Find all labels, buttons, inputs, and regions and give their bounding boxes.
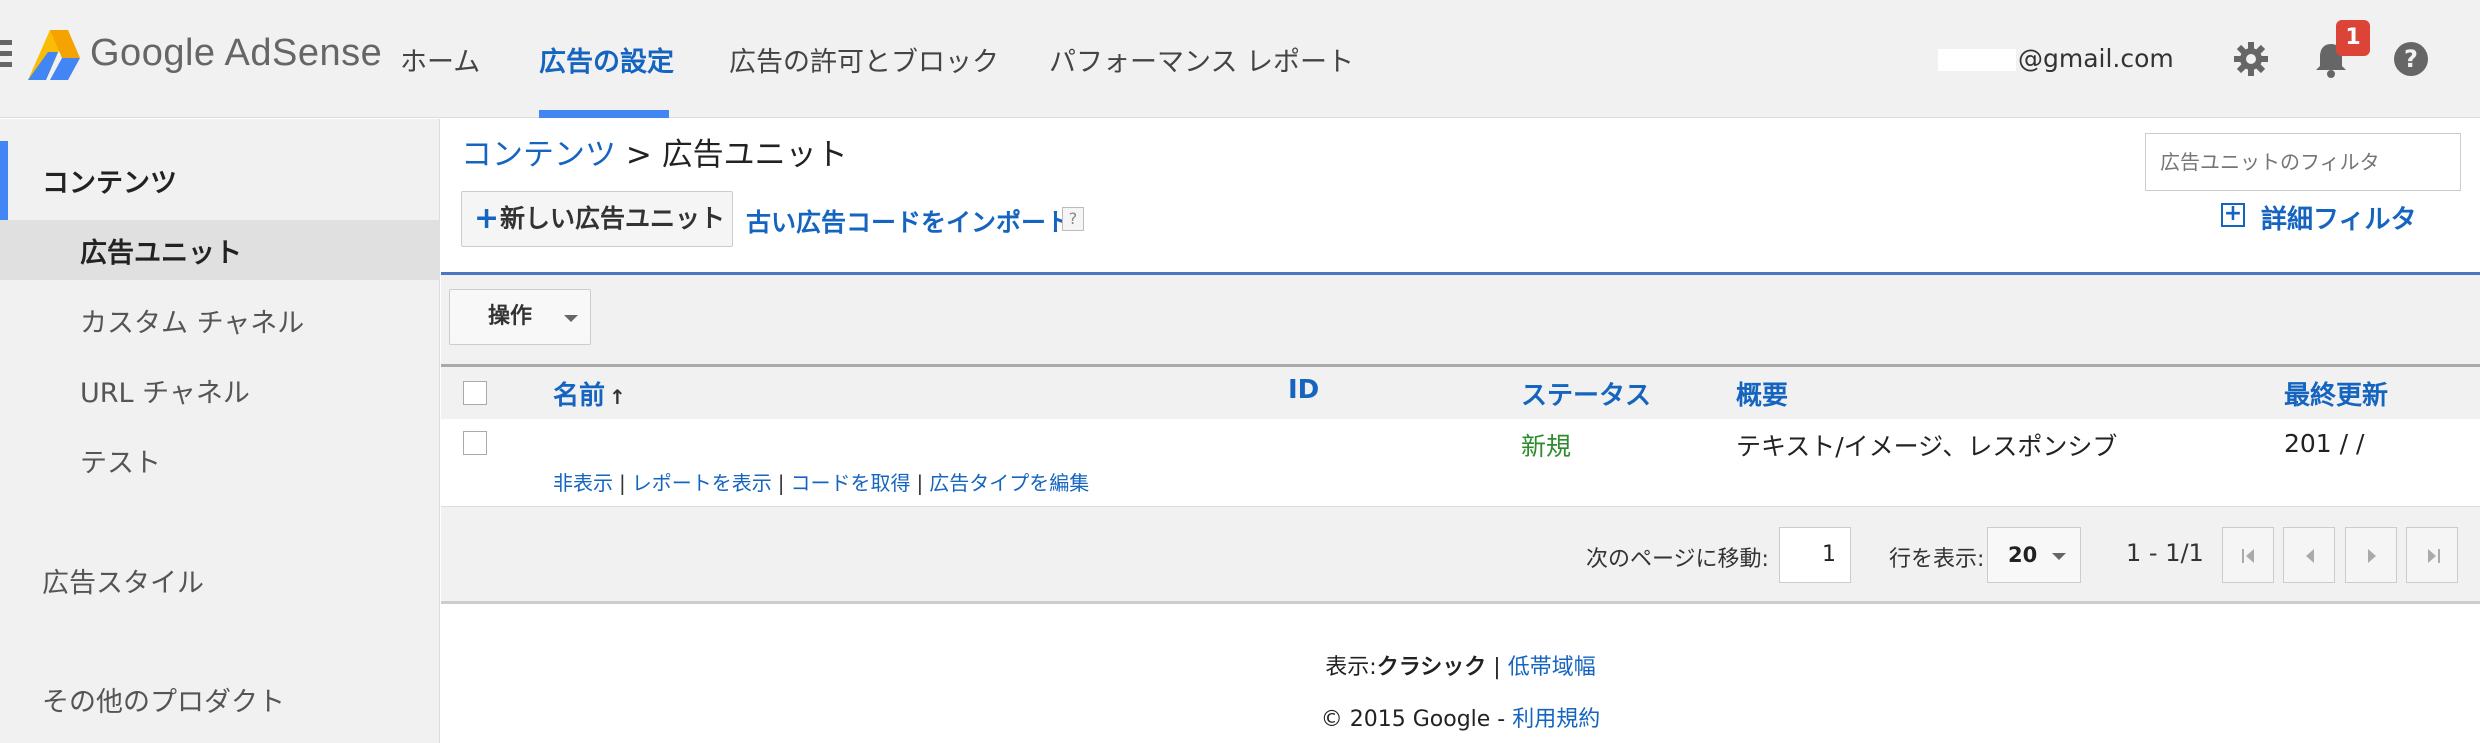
rows-per-page-value: 20 (2008, 543, 2038, 567)
column-name-label: 名前 (553, 381, 606, 411)
breadcrumb: コンテンツ > 広告ユニット (461, 129, 848, 174)
row-summary: テキスト/イメージ、レスポンシブ (1736, 432, 2118, 461)
svg-text:?: ? (2404, 45, 2418, 73)
first-page-icon (2242, 549, 2254, 563)
ad-unit-filter-input[interactable] (2145, 133, 2461, 191)
plus-icon: + (474, 201, 500, 236)
terms-link[interactable]: 利用規約 (1512, 707, 1600, 732)
get-code-link[interactable]: コードを取得 (791, 471, 911, 495)
chevron-down-icon (564, 315, 578, 322)
sidebar-item-url-channels[interactable]: URL チャネル (80, 371, 250, 410)
help-icon[interactable]: ? (2392, 40, 2430, 78)
low-bandwidth-link[interactable]: 低帯域幅 (1508, 655, 1596, 680)
top-bar: Google AdSense ホーム 広告の設定 広告の許可とブロック パフォー… (0, 0, 2480, 118)
column-name[interactable]: 名前 ↑ (553, 375, 626, 412)
rows-per-page-label: 行を表示: (1889, 547, 1985, 572)
import-legacy-code-link[interactable]: 古い広告コードをインポート (746, 203, 1071, 239)
account-email-suffix: @gmail.com (2018, 44, 2174, 73)
nav-active-indicator (539, 110, 669, 118)
sidebar-section-contents[interactable]: コンテンツ (42, 161, 177, 200)
row-checkbox[interactable] (463, 431, 487, 455)
table-row: 新規 テキスト/イメージ、レスポンシブ 201 / / 非表示 | レポートを表示 |… (441, 419, 2480, 507)
rows-per-page-select[interactable]: 20 (1987, 527, 2081, 583)
account-email[interactable]: @gmail.com (1938, 44, 2174, 73)
view-mode-line: 表示:クラシック | 低帯域幅 (441, 649, 2480, 681)
breadcrumb-contents-link[interactable]: コンテンツ (461, 137, 616, 173)
copyright-text: © 2015 Google - (1320, 707, 1513, 732)
operations-label: 操作 (488, 304, 533, 329)
next-page-button[interactable] (2345, 527, 2397, 583)
column-summary[interactable]: 概要 (1736, 375, 1788, 412)
table-toolbar: 操作 (441, 275, 2480, 370)
nav-performance-reports[interactable]: パフォーマンス レポート (1049, 40, 1354, 79)
page-number-input[interactable]: 1 (1779, 527, 1851, 583)
breadcrumb-separator: > (616, 137, 662, 173)
breadcrumb-current: 広告ユニット (661, 137, 848, 173)
last-page-icon (2428, 549, 2440, 563)
new-ad-unit-button[interactable]: + 新しい広告ユニット (461, 191, 733, 247)
view-separator: | (1486, 655, 1508, 680)
nav-ad-settings[interactable]: 広告の設定 (539, 40, 674, 79)
sidebar-active-indicator (0, 141, 8, 221)
view-mode-label: 表示: (1325, 655, 1377, 680)
column-last-updated[interactable]: 最終更新 (2284, 375, 2388, 412)
goto-page-label: 次のページに移動: (1586, 547, 1769, 572)
table-header: 名前 ↑ ID ステータス 概要 最終更新 (441, 364, 2480, 419)
page-range: 1 - 1/1 (2126, 539, 2204, 567)
new-ad-unit-label: 新しい広告ユニット (500, 204, 726, 233)
nav-home[interactable]: ホーム (400, 40, 480, 79)
gear-icon[interactable] (2232, 40, 2270, 78)
help-question-icon[interactable]: ? (1062, 207, 1084, 231)
sort-arrow-icon: ↑ (609, 385, 626, 409)
sidebar-item-custom-channels[interactable]: カスタム チャネル (80, 301, 304, 340)
nav-allow-block[interactable]: 広告の許可とブロック (729, 40, 999, 79)
adsense-logo-icon (28, 30, 80, 80)
notification-badge: 1 (2336, 20, 2370, 56)
row-actions: 非表示 | レポートを表示 | コードを取得 | 広告タイプを編集 (553, 471, 1090, 495)
sidebar-section-ad-style[interactable]: 広告スタイル (42, 561, 204, 600)
redacted-email (1938, 49, 2016, 71)
pagination-bar: 次のページに移動: 1 行を表示: 20 1 - 1/1 (441, 507, 2480, 604)
view-report-link[interactable]: レポートを表示 (632, 471, 772, 495)
main-content: コンテンツ > 広告ユニット + 新しい広告ユニット 古い広告コードをインポート… (441, 119, 2480, 743)
edit-ad-type-link[interactable]: 広告タイプを編集 (929, 471, 1089, 495)
first-page-button[interactable] (2222, 527, 2274, 583)
hide-link[interactable]: 非表示 (553, 471, 613, 495)
previous-page-button[interactable] (2283, 527, 2335, 583)
select-all-checkbox[interactable] (463, 381, 487, 405)
expand-plus-icon: + (2221, 203, 2245, 227)
sidebar: コンテンツ 広告ユニット カスタム チャネル URL チャネル テスト 広告スタ… (0, 119, 440, 743)
advanced-filter-label: 詳細フィルタ (2261, 205, 2417, 235)
sidebar-section-other-products[interactable]: その他のプロダクト (42, 680, 285, 719)
row-last-updated: 201 / / (2284, 429, 2365, 458)
operations-dropdown[interactable]: 操作 (449, 289, 591, 345)
next-page-icon (2368, 549, 2376, 563)
view-classic: クラシック (1376, 655, 1487, 680)
copyright-line: © 2015 Google - 利用規約 (441, 701, 2480, 733)
chevron-down-icon (2052, 553, 2066, 560)
column-status[interactable]: ステータス (1521, 375, 1651, 412)
sidebar-item-experiments[interactable]: テスト (80, 441, 161, 480)
last-page-button[interactable] (2406, 527, 2458, 583)
previous-page-icon (2306, 549, 2314, 563)
logo-text: Google AdSense (90, 32, 383, 74)
menu-icon[interactable] (0, 40, 12, 68)
advanced-filter-link[interactable]: + 詳細フィルタ (2221, 199, 2417, 236)
sidebar-item-ad-units[interactable]: 広告ユニット (80, 231, 242, 270)
row-status: 新規 (1521, 432, 1572, 461)
footer: 表示:クラシック | 低帯域幅 © 2015 Google - 利用規約 (441, 607, 2480, 743)
column-id[interactable]: ID (1288, 375, 1319, 405)
